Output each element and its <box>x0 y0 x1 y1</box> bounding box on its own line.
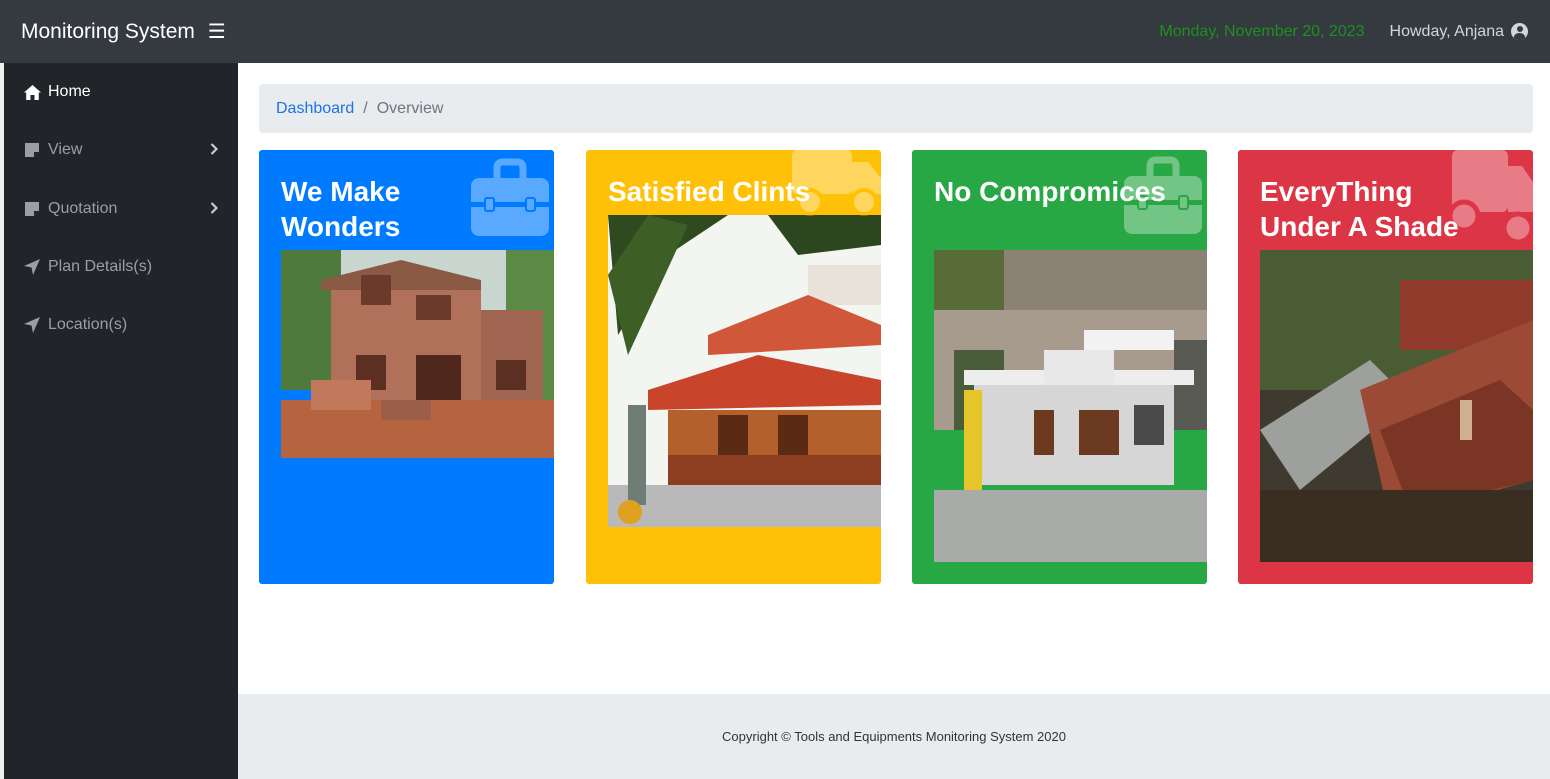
breadcrumb-separator: / <box>363 99 368 117</box>
chevron-right-icon <box>210 201 219 217</box>
brick-construction-image <box>1260 250 1533 562</box>
card-title: No Compromices <box>934 176 1166 207</box>
sidebar-item-quotation[interactable]: Quotation <box>4 184 238 234</box>
card-everything-under-a-shade[interactable]: EveryThing Under A Shade <box>1238 150 1533 584</box>
sidebar-item-plan-details[interactable]: Plan Details(s) <box>4 242 238 292</box>
breadcrumb: Dashboard / Overview <box>259 84 1533 133</box>
menu-toggle-icon[interactable]: ☰ <box>208 22 226 42</box>
sidebar: Home View Quotation Plan Details(s) Loca… <box>4 63 238 779</box>
breadcrumb-dashboard-link[interactable]: Dashboard <box>276 100 354 118</box>
sidebar-item-label: Location(s) <box>48 316 128 333</box>
traditional-house-image <box>608 215 881 527</box>
card-satisfied-clints[interactable]: Satisfied Clints <box>586 150 881 584</box>
sidebar-item-label: Quotation <box>48 200 118 217</box>
note-icon <box>22 143 42 157</box>
home-icon <box>22 84 42 100</box>
sidebar-item-label: View <box>48 141 83 158</box>
location-arrow-icon <box>22 317 42 333</box>
card-title: We Make Wonders <box>281 176 401 242</box>
user-circle-icon <box>1511 23 1528 40</box>
card-we-make-wonders[interactable]: We Make Wonders <box>259 150 554 584</box>
footer-copyright: Copyright © Tools and Equipments Monitor… <box>722 729 1066 744</box>
main-content: Dashboard / Overview We Make Wonders Sat… <box>238 63 1550 694</box>
modern-house-image <box>934 250 1207 562</box>
location-arrow-icon <box>22 259 42 275</box>
sidebar-item-view[interactable]: View <box>4 125 238 175</box>
card-title: Satisfied Clints <box>608 176 811 207</box>
current-date: Monday, November 20, 2023 <box>1159 22 1365 40</box>
sidebar-item-locations[interactable]: Location(s) <box>4 300 238 350</box>
brand-title[interactable]: Monitoring System <box>21 20 195 44</box>
sidebar-item-home[interactable]: Home <box>4 67 238 117</box>
house-under-construction-image <box>281 250 554 458</box>
card-title: EveryThing Under A Shade <box>1260 176 1459 242</box>
footer: Copyright © Tools and Equipments Monitor… <box>238 694 1550 779</box>
card-no-compromices[interactable]: No Compromices <box>912 150 1207 584</box>
breadcrumb-current: Overview <box>376 99 444 117</box>
user-greeting: Howday, Anjana <box>1389 22 1504 40</box>
topbar-right: Monday, November 20, 2023 Howday, Anjana <box>1159 23 1528 41</box>
top-navbar: Monitoring System ☰ Monday, November 20,… <box>0 0 1550 63</box>
sidebar-item-label: Home <box>48 83 91 100</box>
user-menu[interactable]: Howday, Anjana <box>1390 23 1528 41</box>
note-icon <box>22 202 42 216</box>
chevron-right-icon <box>210 142 219 158</box>
sidebar-item-label: Plan Details(s) <box>48 258 153 275</box>
